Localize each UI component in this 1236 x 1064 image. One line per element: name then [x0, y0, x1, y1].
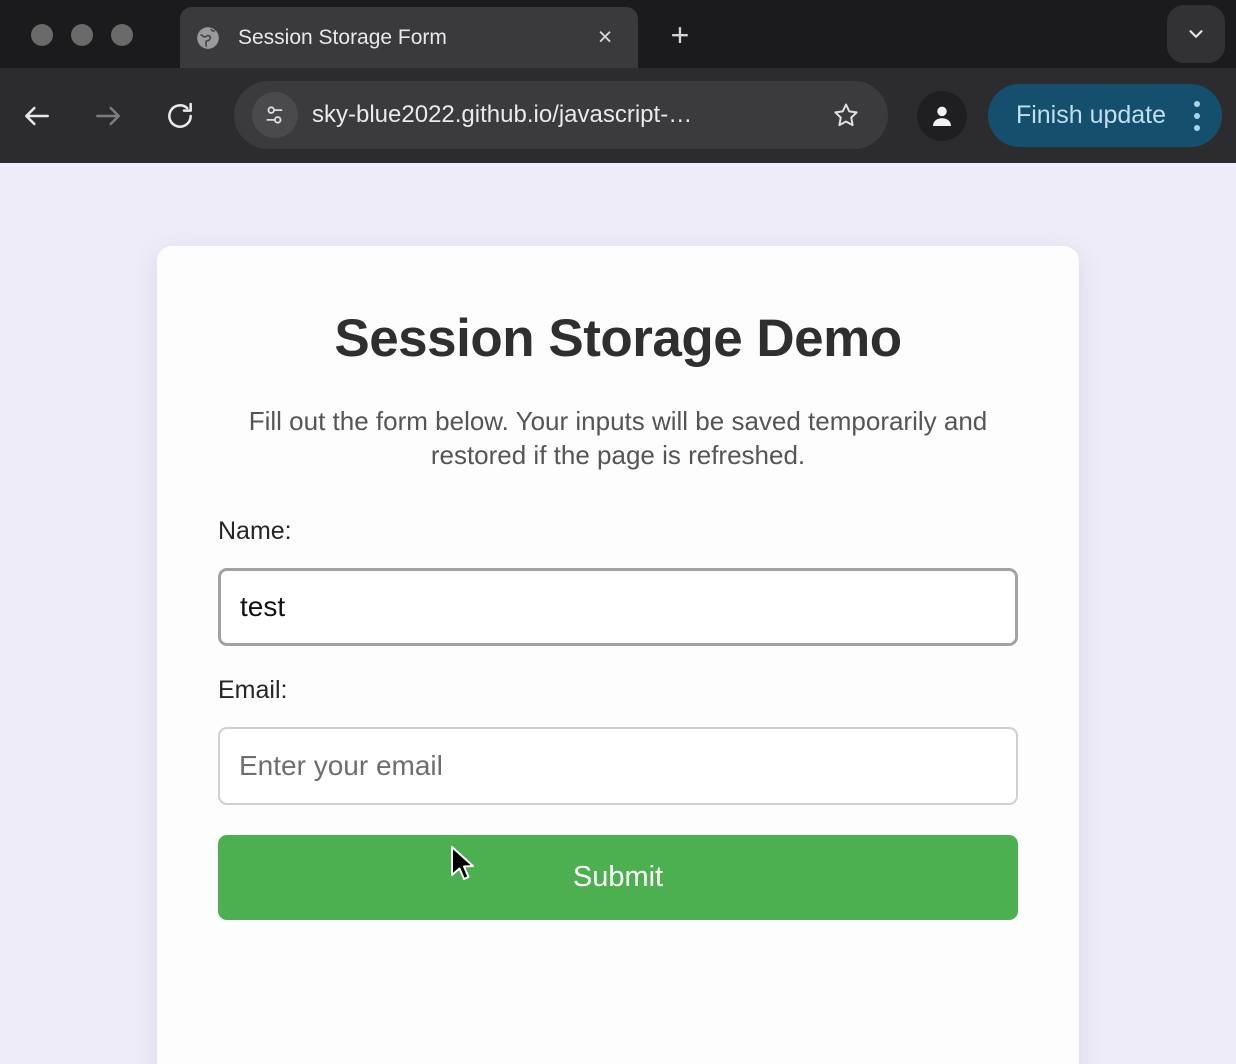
close-window-button[interactable] — [31, 24, 53, 46]
forward-arrow-icon — [96, 106, 120, 126]
site-settings-icon[interactable] — [252, 92, 298, 138]
email-input[interactable] — [218, 726, 1018, 805]
page-title: Session Storage Demo — [334, 309, 902, 368]
chevron-down-icon — [1189, 30, 1203, 38]
page-description: Fill out the form below. Your inputs wil… — [248, 406, 988, 470]
screen: Session Storage Form × + sky-blue2022.gi… — [0, 0, 1236, 1064]
email-field-label: Email: — [218, 675, 288, 704]
account-avatar-icon — [933, 106, 951, 126]
address-bar-url: sky-blue2022.github.io/javascript-… — [312, 101, 693, 128]
tab-list-button[interactable] — [1167, 5, 1225, 63]
reload-button[interactable] — [156, 92, 204, 140]
form-card: Session Storage Demo Fill out the form b… — [157, 246, 1079, 1064]
new-tab-button[interactable]: + — [655, 10, 705, 60]
finish-update-label: Finish update — [1015, 101, 1167, 129]
tab-title: Session Storage Form — [238, 25, 447, 49]
browser-chrome: Session Storage Form × + sky-blue2022.gi… — [0, 0, 1236, 163]
globe-icon — [194, 24, 222, 52]
maximize-window-button[interactable] — [111, 24, 133, 46]
bookmark-star-icon[interactable] — [826, 95, 866, 135]
finish-update-button[interactable]: Finish update — [988, 84, 1222, 147]
back-arrow-icon — [25, 106, 49, 126]
tab-strip: Session Storage Form × + — [0, 0, 1236, 68]
name-input[interactable] — [218, 567, 1018, 646]
profile-button[interactable] — [917, 91, 967, 141]
forward-button[interactable] — [84, 92, 132, 140]
name-field-label: Name: — [218, 516, 292, 545]
page-viewport: Session Storage Demo Fill out the form b… — [0, 163, 1236, 1064]
email-field-group: Email: — [218, 676, 1018, 805]
submit-button[interactable]: Submit — [218, 834, 1018, 920]
name-field-group: Name: — [218, 517, 1018, 646]
back-button[interactable] — [13, 92, 61, 140]
browser-tab[interactable]: Session Storage Form × — [180, 7, 638, 68]
address-bar[interactable]: sky-blue2022.github.io/javascript-… — [234, 81, 888, 149]
close-tab-button[interactable]: × — [588, 21, 622, 55]
reload-icon — [168, 102, 192, 128]
navigation-bar: sky-blue2022.github.io/javascript-… Fini… — [0, 68, 1236, 163]
minimize-window-button[interactable] — [71, 24, 93, 46]
three-dot-menu-icon[interactable] — [1178, 100, 1222, 131]
window-controls — [31, 24, 133, 46]
